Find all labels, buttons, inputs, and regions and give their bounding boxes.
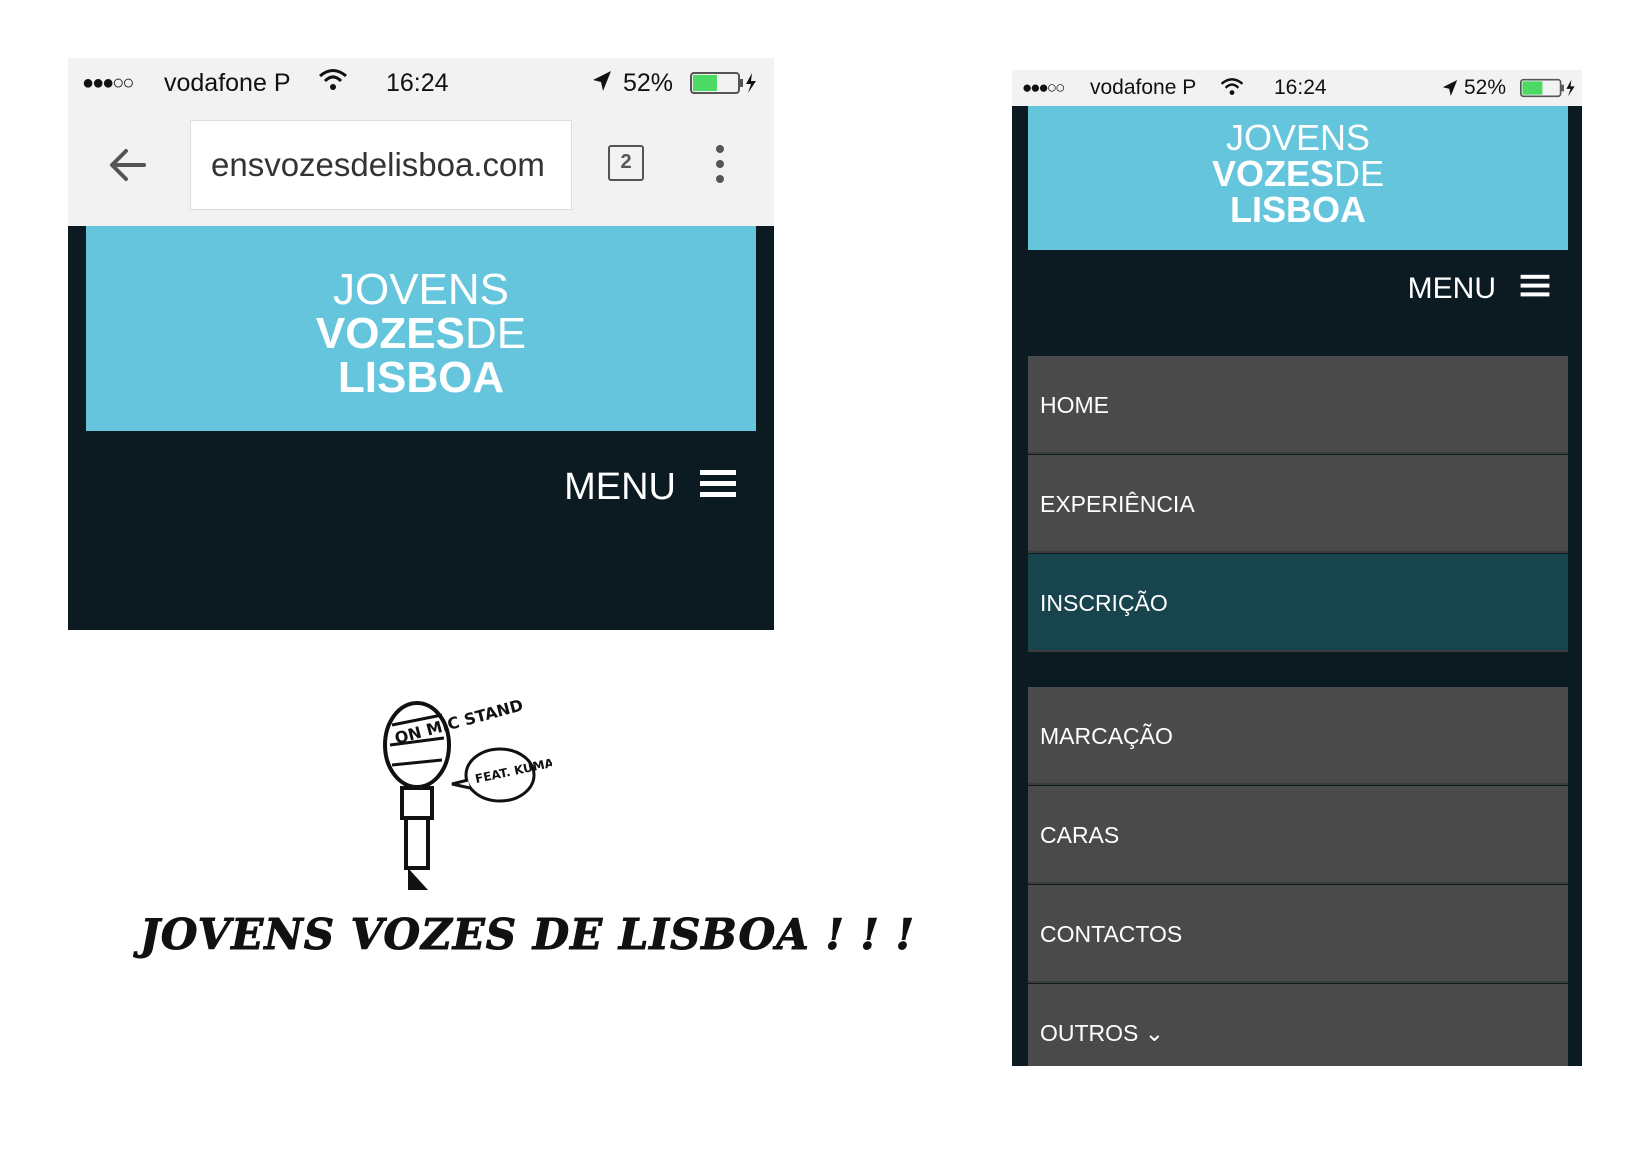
- nav-item-marcacao[interactable]: MARCAÇÃO: [1028, 687, 1568, 785]
- left-page-header: JOVENS VOZESDE LISBOA MENU: [68, 226, 774, 630]
- location-arrow-icon: [1442, 79, 1458, 103]
- microphone-drawing: ON MIC STAND FEAT. KUMAR: [383, 700, 552, 890]
- logo-line-2-bold: VOZES: [315, 309, 466, 358]
- battery-icon: [690, 71, 760, 102]
- status-time: 16:24: [1274, 76, 1327, 99]
- menu-label: MENU: [564, 466, 676, 508]
- more-options-icon[interactable]: [714, 144, 726, 189]
- location-arrow-icon: [592, 70, 612, 99]
- illustration-title: JOVENS VOZES DE LISBOA ! ! !: [140, 910, 915, 960]
- signal-icon: ●●●○○: [1022, 78, 1065, 97]
- wifi-icon: [1220, 77, 1244, 103]
- right-phone-screen: ●●●○○ vodafone P 16:24 52% JOVENS VOZESD…: [1012, 70, 1582, 1066]
- nav-item-caras[interactable]: CARAS: [1028, 786, 1568, 884]
- browser-toolbar: ensvozesdelisboa.com 2: [68, 108, 774, 226]
- logo-line-2-light: DE: [465, 309, 527, 358]
- logo-line-2-bold: VOZES: [1211, 153, 1334, 194]
- hamburger-icon: [1520, 272, 1550, 306]
- tab-count-button[interactable]: 2: [608, 145, 644, 181]
- battery-percent: 52%: [1464, 76, 1507, 99]
- back-arrow-icon[interactable]: [108, 145, 148, 190]
- site-logo: JOVENS VOZESDE LISBOA: [86, 268, 756, 400]
- menu-label: MENU: [1407, 272, 1496, 305]
- battery-icon: [1520, 78, 1578, 104]
- site-logo: JOVENS VOZESDE LISBOA: [1028, 120, 1568, 228]
- left-status-bar: ●●●○○ vodafone P 16:24 52%: [68, 58, 774, 108]
- wifi-icon: [318, 68, 348, 99]
- signal-icon: ●●●○○: [82, 71, 134, 94]
- site-logo-banner[interactable]: JOVENS VOZESDE LISBOA: [1028, 106, 1568, 250]
- right-status-bar: ●●●○○ vodafone P 16:24 52%: [1012, 70, 1582, 106]
- site-logo-banner[interactable]: JOVENS VOZESDE LISBOA: [86, 226, 756, 431]
- logo-line-2-light: DE: [1334, 153, 1385, 194]
- menu-toggle-button[interactable]: MENU: [1408, 272, 1550, 306]
- logo-line-1: JOVENS: [1225, 117, 1371, 158]
- hamburger-icon: [700, 466, 736, 509]
- logo-line-3: LISBOA: [1229, 189, 1366, 230]
- nav-item-home[interactable]: HOME: [1028, 356, 1568, 454]
- nav-item-inscricao[interactable]: INSCRIÇÃO: [1028, 554, 1568, 652]
- carrier-name: vodafone P: [1090, 76, 1197, 99]
- logo-line-1: JOVENS: [332, 265, 510, 314]
- carrier-name: vodafone P: [164, 68, 291, 97]
- battery-percent: 52%: [623, 68, 674, 97]
- mic-stand-illustration: ON MIC STAND FEAT. KUMAR JOVENS VOZES DE…: [140, 700, 915, 980]
- nav-item-outros[interactable]: OUTROS ⌄: [1028, 984, 1568, 1066]
- nav-item-contactos[interactable]: CONTACTOS: [1028, 885, 1568, 983]
- status-time: 16:24: [386, 68, 449, 97]
- logo-line-3: LISBOA: [337, 353, 505, 402]
- nav-item-experiencia[interactable]: EXPERIÊNCIA: [1028, 455, 1568, 553]
- menu-toggle-button[interactable]: MENU: [564, 466, 736, 509]
- url-bar[interactable]: ensvozesdelisboa.com: [190, 120, 572, 210]
